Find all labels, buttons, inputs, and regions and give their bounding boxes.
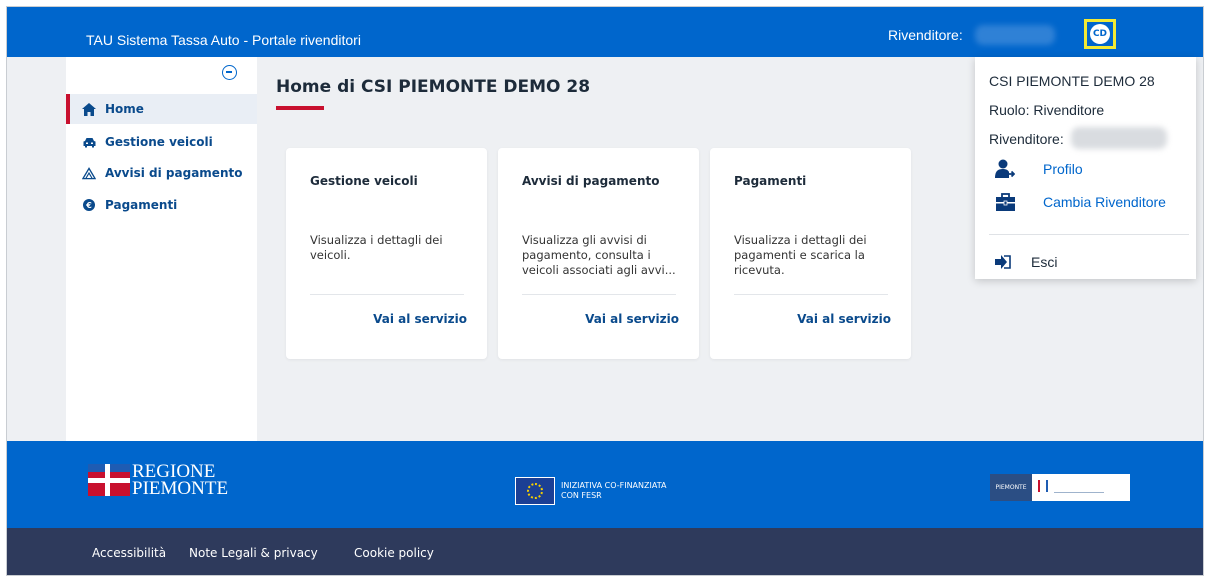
sidebar-item-label: Pagamenti [105,198,178,212]
user-role: Ruolo: Rivenditore [989,102,1105,118]
title-underline [276,106,324,110]
card-link-vai-al-servizio[interactable]: Vai al servizio [797,312,891,326]
collapse-sidebar-icon[interactable] [222,65,237,80]
card-link-vai-al-servizio[interactable]: Vai al servizio [373,312,467,326]
page-title: Home di CSI PIEMONTE DEMO 28 [276,77,591,97]
menu-item-label: Cambia Rivenditore [1043,194,1166,210]
card-description: Visualizza i dettagli dei pagamenti e sc… [734,233,867,277]
user-avatar-button[interactable]: CD [1084,19,1116,49]
user-dealer-label: Rivenditore: [989,131,1064,147]
card-title: Pagamenti [734,174,807,188]
regione-piemonte-logo[interactable]: REGIONE PIEMONTE [88,462,229,499]
sidebar-item-label: Home [105,102,144,116]
partner-logo: PIEMONTE [990,474,1130,501]
avatar: CD [1090,24,1110,44]
dealer-label: Rivenditore: [888,27,963,43]
eu-line1: INIZIATIVA CO-FINANZIATA [561,481,667,490]
card-gestione-veicoli: Gestione veicoli Visualizza i dettagli d… [286,148,487,359]
card-description: Visualizza i dettagli dei veicoli. [310,233,443,262]
user-name: CSI PIEMONTE DEMO 28 [989,73,1155,89]
menu-item-label: Profilo [1043,161,1083,177]
card-divider [522,294,676,295]
card-title: Avvisi di pagamento [522,174,660,188]
menu-divider [989,234,1189,235]
app-title[interactable]: TAU Sistema Tassa Auto - Portale rivendi… [86,32,361,48]
briefcase-icon [995,192,1015,212]
home-icon [82,102,96,116]
app-window: TAU Sistema Tassa Auto - Portale rivendi… [6,6,1204,576]
menu-item-profilo[interactable]: Profilo [995,159,1083,179]
user-menu-dropdown: CSI PIEMONTE DEMO 28 Ruolo: Rivenditore … [975,57,1196,279]
top-bar: TAU Sistema Tassa Auto - Portale rivendi… [7,7,1203,57]
regione-line2: PIEMONTE [132,478,229,499]
piemonte-badge: PIEMONTE [990,474,1032,501]
sidebar-item-label: Gestione veicoli [105,135,213,149]
footer-links-bar: Accessibilità Note Legali & privacy Cook… [7,528,1203,575]
footer-logos: REGIONE PIEMONTE INIZIATIVA CO-FINANZIAT… [7,441,1203,528]
eu-line2: CON FESR [561,491,602,500]
footer-link-cookie-policy[interactable]: Cookie policy [354,546,434,560]
eu-fesr-logo: INIZIATIVA CO-FINANZIATA CON FESR [515,477,666,505]
card-title: Gestione veicoli [310,174,418,188]
card-link-vai-al-servizio[interactable]: Vai al servizio [585,312,679,326]
euro-icon: € [82,198,96,212]
dealer-name-redacted [975,25,1055,45]
card-pagamenti: Pagamenti Visualizza i dettagli dei paga… [710,148,911,359]
eu-flag-icon [515,477,555,505]
sidebar-item-label: Avvisi di pagamento [105,166,243,180]
footer-link-accessibilita[interactable]: Accessibilità [92,546,166,560]
card-divider [310,294,464,295]
card-avvisi-di-pagamento: Avvisi di pagamento Visualizza gli avvis… [498,148,699,359]
sidebar-item-pagamenti[interactable]: € Pagamenti [66,190,257,220]
card-divider [734,294,888,295]
user-dealer-redacted [1071,127,1167,149]
svg-text:€: € [85,201,92,210]
menu-item-esci[interactable]: Esci [995,254,1057,270]
warning-icon [82,166,96,180]
sidebar: Home Gestione veicoli Avvisi di pagament… [66,57,257,441]
menu-item-cambia-rivenditore[interactable]: Cambia Rivenditore [995,192,1166,212]
footer-link-note-legali[interactable]: Note Legali & privacy [189,546,318,560]
regione-flag-icon [88,464,130,496]
logout-icon [995,254,1011,270]
sidebar-item-home[interactable]: Home [66,94,257,124]
user-arrow-icon [995,159,1015,179]
sidebar-item-avvisi-di-pagamento[interactable]: Avvisi di pagamento [66,158,257,188]
csi-logo-icon [1032,474,1130,501]
card-description: Visualizza gli avvisi di pagamento, cons… [522,233,676,277]
menu-item-label: Esci [1031,254,1058,270]
sidebar-item-gestione-veicoli[interactable]: Gestione veicoli [66,127,257,157]
car-icon [82,135,96,149]
